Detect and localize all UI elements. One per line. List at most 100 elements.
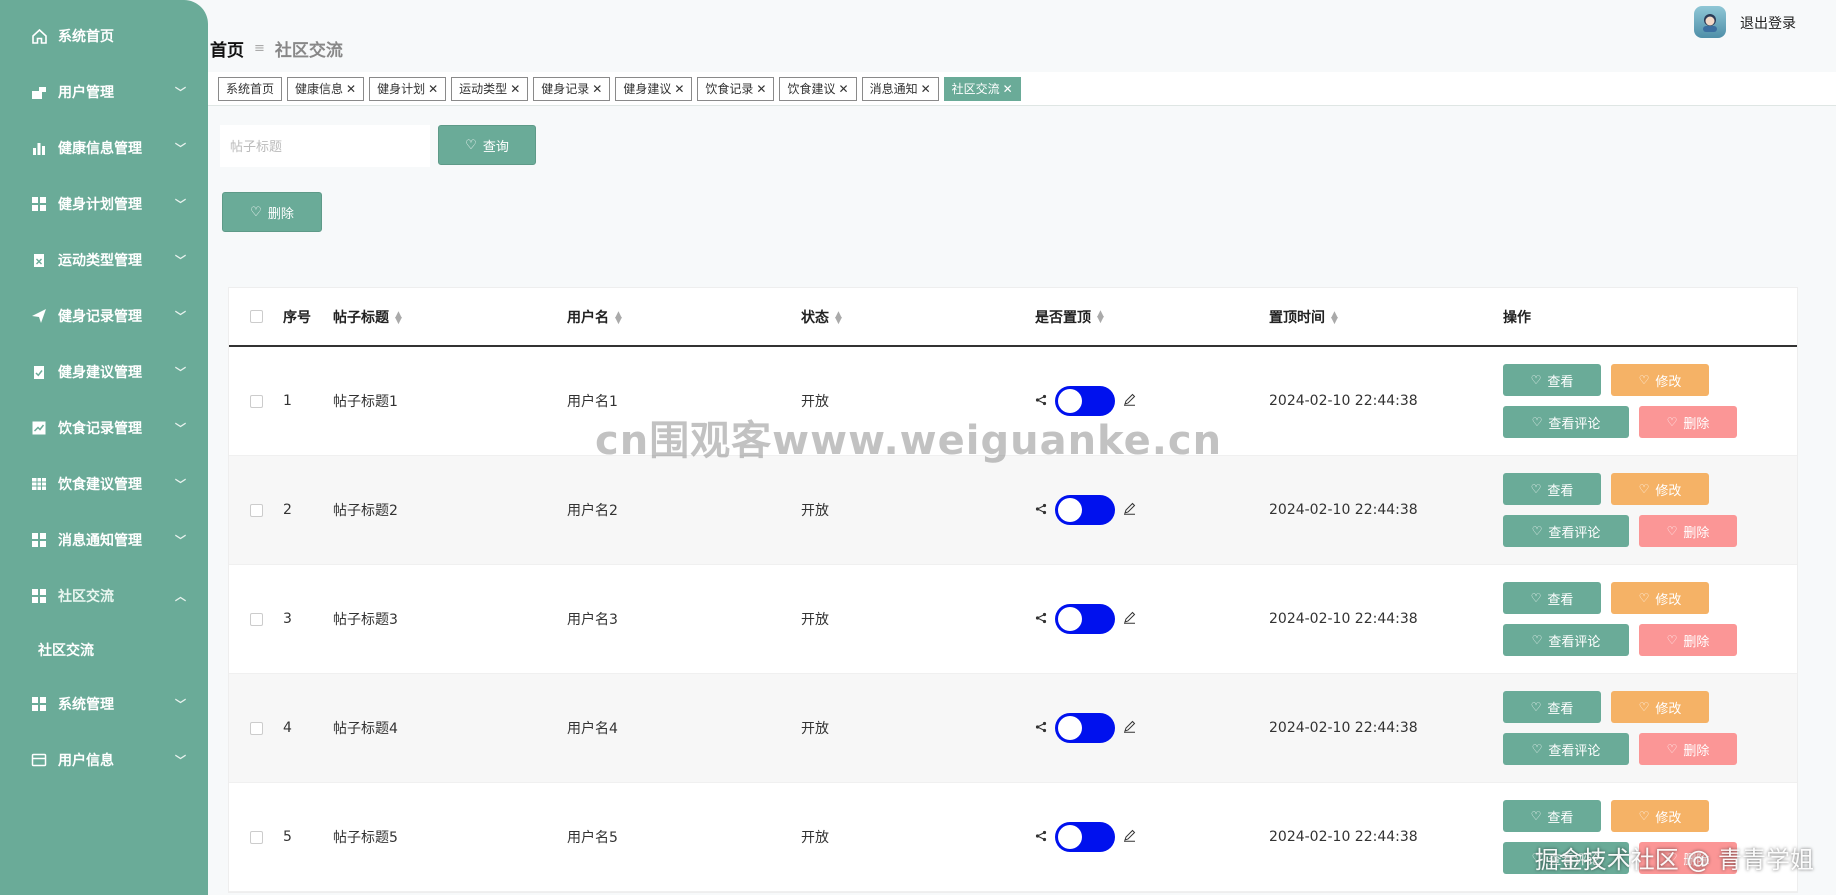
row-checkbox[interactable] xyxy=(249,612,263,626)
close-icon[interactable]: ✕ xyxy=(756,82,766,96)
view-button[interactable]: ♡ 查看 xyxy=(1503,364,1601,396)
heart-icon: ♡ xyxy=(1638,809,1650,823)
pin-toggle-switch[interactable] xyxy=(1055,604,1115,634)
avatar[interactable] xyxy=(1694,6,1726,38)
pin-toggle-switch[interactable] xyxy=(1055,386,1115,416)
tab-6[interactable]: 饮食记录 ✕ xyxy=(697,76,775,101)
sidebar-item-10[interactable]: 社区交流 ︿ xyxy=(0,568,208,624)
view-comments-button[interactable]: ♡ 查看评论 xyxy=(1503,515,1629,547)
row-checkbox[interactable] xyxy=(249,394,263,408)
share-icon[interactable] xyxy=(1035,721,1047,736)
pencil-icon[interactable] xyxy=(1123,829,1136,845)
query-button[interactable]: ♡ 查询 xyxy=(438,125,536,165)
sort-icon[interactable]: ▲ ▼ xyxy=(835,310,842,325)
close-icon[interactable]: ✕ xyxy=(428,82,438,96)
sidebar-item-1[interactable]: 用户管理 ﹀ xyxy=(0,64,208,120)
close-icon[interactable]: ✕ xyxy=(921,82,931,96)
sidebar-item-5[interactable]: 健身记录管理 ﹀ xyxy=(0,288,208,344)
tab-4[interactable]: 健身记录 ✕ xyxy=(533,76,611,101)
chevron-down-icon: ﹀ xyxy=(175,142,186,155)
posts-table: 序号 帖子标题 ▲ ▼ 用户名 ▲ ▼ 状态 ▲ ▼ 是否置顶 ▲ ▼ 置顶时间 ▲ ▼ 操作 1 帖… xyxy=(228,287,1798,893)
sidebar-item-label: 系统首页 xyxy=(58,29,114,45)
sidebar-item-6[interactable]: 健身建议管理 ﹀ xyxy=(0,344,208,400)
sidebar-subitem-community[interactable]: 社区交流 xyxy=(0,624,208,676)
sidebar-item-7[interactable]: 饮食记录管理 ﹀ xyxy=(0,400,208,456)
tab-1[interactable]: 健康信息 ✕ xyxy=(287,76,365,101)
logout-link[interactable]: 退出登录 xyxy=(1740,13,1796,33)
edit-button[interactable]: ♡ 修改 xyxy=(1611,582,1709,614)
header-top[interactable]: 是否置顶 xyxy=(1035,307,1091,327)
switch-knob xyxy=(1058,498,1082,522)
tab-7[interactable]: 饮食建议 ✕ xyxy=(779,76,857,101)
header-time[interactable]: 置顶时间 xyxy=(1269,310,1325,326)
sort-icon[interactable]: ▲ ▼ xyxy=(615,310,622,325)
tab-8[interactable]: 消息通知 ✕ xyxy=(861,76,939,101)
sidebar-bottom-item-0[interactable]: 系统管理 ﹀ xyxy=(0,676,208,732)
delete-button[interactable]: ♡ 删除 xyxy=(1639,733,1737,765)
pencil-icon[interactable] xyxy=(1123,611,1136,627)
pin-toggle-switch[interactable] xyxy=(1055,822,1115,852)
pencil-icon[interactable] xyxy=(1123,393,1136,409)
heart-icon: ♡ xyxy=(1530,482,1542,496)
delete-button-label: 删除 xyxy=(1683,852,1710,868)
sidebar-item-9[interactable]: 消息通知管理 ﹀ xyxy=(0,512,208,568)
edit-button[interactable]: ♡ 修改 xyxy=(1611,691,1709,723)
share-icon[interactable] xyxy=(1035,394,1047,409)
share-icon[interactable] xyxy=(1035,503,1047,518)
close-icon[interactable]: ✕ xyxy=(1003,82,1013,96)
edit-button[interactable]: ♡ 修改 xyxy=(1611,800,1709,832)
delete-button[interactable]: ♡ 删除 xyxy=(1639,515,1737,547)
tab-3[interactable]: 运动类型 ✕ xyxy=(451,76,529,101)
edit-button[interactable]: ♡ 修改 xyxy=(1611,473,1709,505)
view-button[interactable]: ♡ 查看 xyxy=(1503,800,1601,832)
tab-0[interactable]: 系统首页 xyxy=(218,76,283,101)
share-icon[interactable] xyxy=(1035,830,1047,845)
sidebar-item-2[interactable]: 健康信息管理 ﹀ xyxy=(0,120,208,176)
delete-button[interactable]: ♡ 删除 xyxy=(1639,406,1737,438)
tab-5[interactable]: 健身建议 ✕ xyxy=(615,76,693,101)
batch-delete-button[interactable]: ♡ 删除 xyxy=(222,192,322,232)
sort-icon[interactable]: ▲ ▼ xyxy=(395,310,402,325)
delete-button[interactable]: ♡ 删除 xyxy=(1639,842,1737,874)
header-user[interactable]: 用户名 xyxy=(567,310,609,326)
close-icon[interactable]: ✕ xyxy=(674,82,684,96)
view-comments-button[interactable]: ♡ 查看评论 xyxy=(1503,406,1629,438)
close-icon[interactable]: ✕ xyxy=(839,82,849,96)
view-button[interactable]: ♡ 查看 xyxy=(1503,473,1601,505)
header-title[interactable]: 帖子标题 xyxy=(333,310,389,326)
breadcrumb-home[interactable]: 首页 xyxy=(210,36,244,61)
cell-status: 开放 xyxy=(801,830,829,846)
pin-toggle-switch[interactable] xyxy=(1055,713,1115,743)
header-status[interactable]: 状态 xyxy=(801,310,829,326)
row-checkbox[interactable] xyxy=(249,721,263,735)
pencil-icon[interactable] xyxy=(1123,502,1136,518)
pin-toggle-switch[interactable] xyxy=(1055,495,1115,525)
share-icon[interactable] xyxy=(1035,612,1047,627)
tab-2[interactable]: 健身计划 ✕ xyxy=(369,76,447,101)
sidebar-item-4[interactable]: 运动类型管理 ﹀ xyxy=(0,232,208,288)
view-comments-button[interactable]: ♡ 查看评论 xyxy=(1503,624,1629,656)
cell-time: 2024-02-10 22:44:38 xyxy=(1269,502,1418,518)
sort-icon[interactable]: ▲ ▼ xyxy=(1097,309,1104,324)
tab-9[interactable]: 社区交流 ✕ xyxy=(943,76,1021,101)
post-title-search-input[interactable] xyxy=(220,125,430,167)
sidebar-item-3[interactable]: 健身计划管理 ﹀ xyxy=(0,176,208,232)
chevron-down-icon: ﹀ xyxy=(175,534,186,547)
close-icon[interactable]: ✕ xyxy=(346,82,356,96)
view-comments-button[interactable]: ♡ 查看评论 xyxy=(1503,842,1629,874)
row-checkbox[interactable] xyxy=(249,830,263,844)
row-checkbox[interactable] xyxy=(249,503,263,517)
delete-button[interactable]: ♡ 删除 xyxy=(1639,624,1737,656)
select-all-checkbox[interactable] xyxy=(249,310,263,323)
sidebar-bottom-item-1[interactable]: 用户信息 ﹀ xyxy=(0,732,208,788)
pencil-icon[interactable] xyxy=(1123,720,1136,736)
view-comments-button[interactable]: ♡ 查看评论 xyxy=(1503,733,1629,765)
sort-icon[interactable]: ▲ ▼ xyxy=(1331,310,1338,325)
sidebar-item-8[interactable]: 饮食建议管理 ﹀ xyxy=(0,456,208,512)
view-button[interactable]: ♡ 查看 xyxy=(1503,582,1601,614)
view-button[interactable]: ♡ 查看 xyxy=(1503,691,1601,723)
close-icon[interactable]: ✕ xyxy=(592,82,602,96)
close-icon[interactable]: ✕ xyxy=(510,82,520,96)
edit-button[interactable]: ♡ 修改 xyxy=(1611,364,1709,396)
sidebar-item-0[interactable]: 系统首页 xyxy=(0,8,208,64)
